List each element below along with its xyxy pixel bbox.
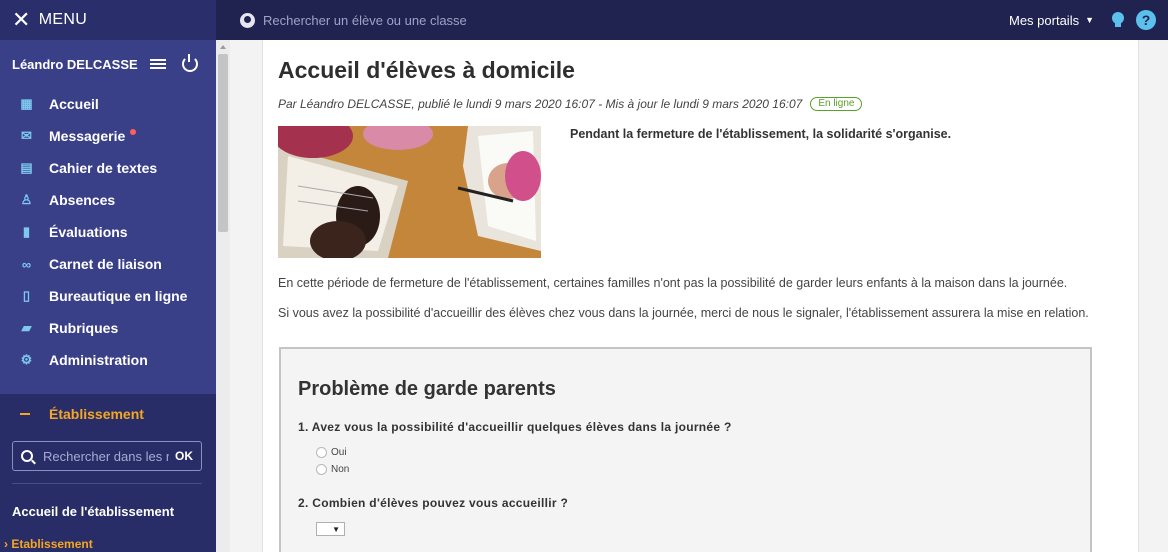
power-icon[interactable]: [182, 54, 198, 72]
sidebar-item-label: Accueil: [49, 96, 99, 112]
survey-form: Problème de garde parents 1. Avez vous l…: [279, 347, 1092, 552]
question-1: 1. Avez vous la possibilité d'accueillir…: [298, 420, 732, 434]
status-badge: En ligne: [810, 97, 863, 111]
user-search-icon: [240, 12, 255, 28]
radio-non[interactable]: [316, 464, 327, 475]
sidebar: Léandro DELCASSE ▦ Accueil ✉ Messagerie …: [0, 40, 216, 552]
lightbulb-icon[interactable]: [1112, 12, 1124, 28]
folder-icon: ▰: [21, 320, 32, 335]
radio-oui[interactable]: [316, 447, 327, 458]
sidebar-item-label: Rubriques: [49, 320, 119, 336]
sidebar-item-label: Administration: [49, 352, 148, 368]
etablissement-toggle[interactable]: Établissement: [0, 394, 216, 434]
user-row: Léandro DELCASSE: [0, 40, 216, 88]
option-label: Oui: [331, 447, 347, 458]
accueil-etablissement-link[interactable]: Accueil de l'établissement: [0, 504, 216, 519]
sidebar-item-carnet-de-liaison[interactable]: ∞ Carnet de liaison: [0, 248, 216, 280]
sidebar-item-label: Absences: [49, 192, 116, 208]
sidebar-item-evaluations[interactable]: ▮ Évaluations: [0, 216, 216, 248]
option-oui[interactable]: Oui: [316, 447, 347, 458]
intro-heading: Pendant la fermeture de l'établissement,…: [570, 127, 952, 141]
page-title: Accueil d'élèves à domicile: [278, 57, 575, 83]
form-title: Problème de garde parents: [298, 378, 556, 400]
global-search-placeholder: Rechercher un élève ou une classe: [263, 12, 467, 28]
scrollbar-thumb[interactable]: [218, 54, 228, 232]
etablissement-link-label: Etablissement: [11, 537, 93, 551]
portails-dropdown[interactable]: Mes portails ▼: [1009, 13, 1094, 28]
rubrique-search-field[interactable]: Rechercher dans les ru OK: [12, 441, 202, 471]
person-icon: ♙: [20, 192, 33, 207]
sidebar-item-messagerie[interactable]: ✉ Messagerie: [0, 120, 216, 152]
byline-text: Par Léandro DELCASSE, publié le lundi 9 …: [278, 97, 803, 111]
sidebar-item-label: Carnet de liaison: [49, 256, 162, 272]
gear-icon: ⚙: [20, 352, 33, 367]
calendar-icon: ▤: [20, 160, 33, 175]
children-writing-image: [278, 126, 541, 258]
article-byline: Par Léandro DELCASSE, publié le lundi 9 …: [278, 97, 863, 111]
menu-label: MENU: [38, 11, 88, 28]
sidebar-item-bureautique[interactable]: ▯ Bureautique en ligne: [0, 280, 216, 312]
link-icon: ∞: [21, 256, 32, 272]
question-2: 2. Combien d'élèves pouvez vous accueill…: [298, 496, 569, 510]
menu-button[interactable]: ✕ MENU: [0, 0, 216, 40]
collapse-icon: [20, 413, 30, 415]
global-search[interactable]: Rechercher un élève ou une classe: [240, 12, 1009, 28]
student-count-select[interactable]: ▼: [316, 522, 345, 536]
caret-down-icon: ▼: [1085, 15, 1094, 25]
article-content: Accueil d'élèves à domicile Par Léandro …: [262, 40, 1139, 552]
rubrique-search-placeholder: Rechercher dans les ru: [43, 448, 169, 464]
sidebar-item-label: Cahier de textes: [49, 160, 158, 176]
dashboard-icon: ▦: [20, 96, 33, 111]
etablissement-section: Établissement Rechercher dans les ru OK …: [0, 394, 216, 552]
help-icon: ?: [1141, 12, 1151, 28]
settings-sliders-icon[interactable]: [150, 58, 166, 70]
sidebar-item-label: Messagerie: [49, 128, 126, 144]
sidebar-item-cahier-de-textes[interactable]: ▤ Cahier de textes: [0, 152, 216, 184]
sidebar-item-rubriques[interactable]: ▰ Rubriques: [0, 312, 216, 344]
sidebar-item-accueil[interactable]: ▦ Accueil: [0, 88, 216, 120]
bar-chart-icon: ▮: [22, 224, 31, 239]
sidebar-item-absences[interactable]: ♙ Absences: [0, 184, 216, 216]
search-ok-button[interactable]: OK: [175, 449, 193, 463]
option-non[interactable]: Non: [316, 464, 349, 475]
sidebar-item-administration[interactable]: ⚙ Administration: [0, 344, 216, 376]
article-photo: [278, 126, 541, 258]
search-icon: [21, 450, 33, 462]
etablissement-link[interactable]: › Etablissement: [0, 537, 216, 551]
paragraph-2: Si vous avez la possibilité d'accueillir…: [278, 306, 1089, 320]
sidebar-item-label: Bureautique en ligne: [49, 288, 188, 304]
file-icon: ▯: [22, 288, 31, 303]
close-icon: ✕: [12, 7, 31, 32]
mail-icon: ✉: [21, 128, 32, 143]
help-button[interactable]: ?: [1136, 10, 1156, 30]
sidebar-item-label: Évaluations: [49, 224, 128, 240]
divider: [12, 483, 202, 484]
scroll-up-arrow-icon[interactable]: [220, 45, 226, 49]
portails-label: Mes portails: [1009, 12, 1080, 28]
option-label: Non: [331, 464, 350, 475]
sidebar-scrollbar[interactable]: [216, 40, 230, 552]
paragraph-1: En cette période de fermeture de l'établ…: [278, 276, 1068, 290]
user-name: Léandro DELCASSE: [12, 56, 138, 72]
etablissement-heading: Établissement: [49, 406, 144, 422]
notification-dot: [130, 129, 137, 135]
top-bar: ✕ MENU Rechercher un élève ou une classe…: [0, 0, 1168, 40]
dropdown-arrow-icon: ▼: [332, 524, 340, 534]
